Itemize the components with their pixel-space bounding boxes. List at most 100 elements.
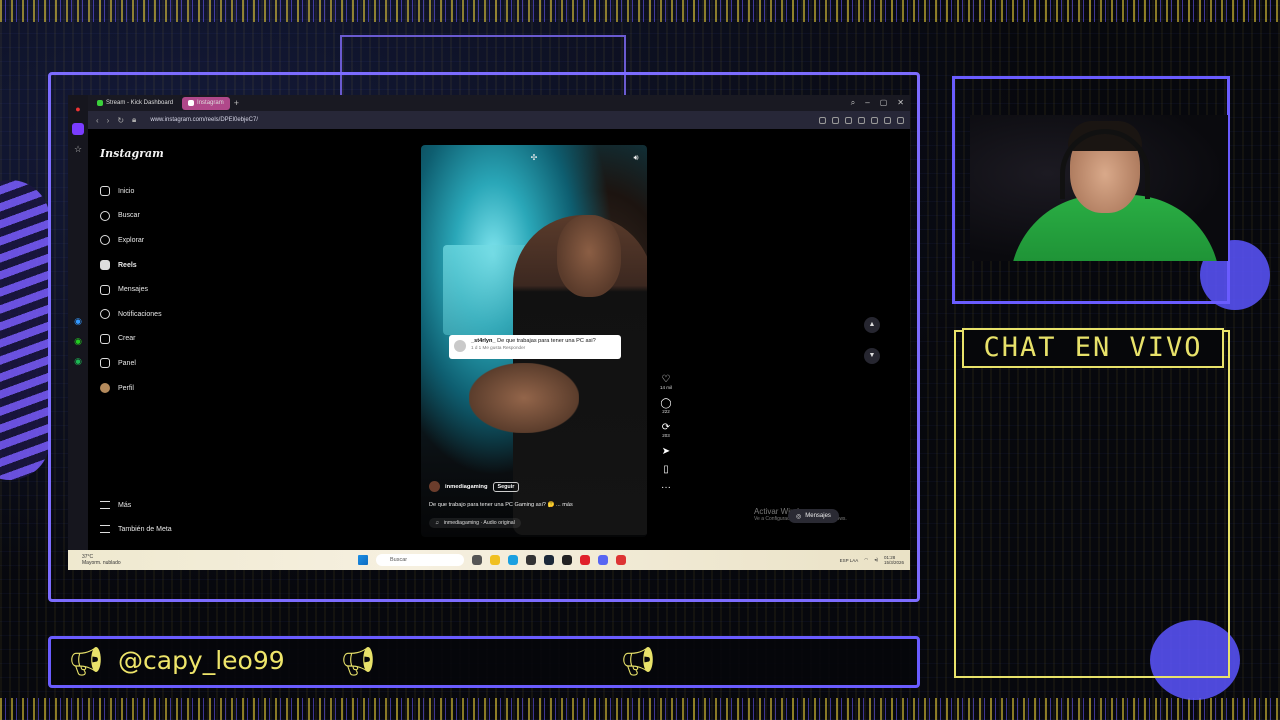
author-avatar[interactable] — [429, 481, 440, 492]
comment-avatar — [454, 340, 466, 352]
repost-count: 203 — [662, 433, 670, 438]
wifi-icon[interactable]: ◠ — [864, 557, 868, 563]
system-tray: ESP LAA ◠ ◂) 01:28 15/3/2026 — [840, 555, 904, 565]
messages-pill[interactable]: ◎ Mensajes — [788, 509, 839, 523]
nav-item-notificaciones[interactable]: Notificaciones — [100, 302, 220, 327]
window-controls: ⌕ – ▢ ✕ — [851, 98, 910, 108]
tab-bar: Stream - Kick Dashboard Instagram + ⌕ – … — [88, 95, 910, 111]
more-icon: ··· — [661, 482, 671, 493]
edge-icon[interactable] — [508, 555, 518, 565]
chat-panel — [954, 330, 1230, 678]
tab-label: Stream - Kick Dashboard — [106, 100, 174, 106]
messages-label: Mensajes — [805, 513, 831, 519]
reel-actions: ♡ 14 mil ◯ 222 ⟳ 203 ➤ ▯ ··· — [656, 374, 676, 500]
nav-item-tambien-de-meta[interactable]: También de Meta — [100, 517, 240, 541]
more-button[interactable]: ··· — [656, 482, 676, 493]
nav-item-inicio[interactable]: Inicio — [100, 179, 220, 204]
instagram-sidebar-nav: Inicio Buscar Explorar Reels Mensajes No… — [100, 179, 220, 400]
task-view-icon[interactable] — [472, 555, 482, 565]
tab-label: Instagram — [197, 100, 224, 106]
nav-label: Notificaciones — [118, 310, 162, 318]
repost-button[interactable]: ⟳ 203 — [656, 422, 676, 439]
reload-icon[interactable]: ↻ — [117, 116, 124, 125]
reel-navigation: ▲ ▼ — [864, 317, 880, 379]
follow-button[interactable]: Seguir — [492, 481, 520, 492]
previous-reel-button[interactable]: ▲ — [864, 317, 880, 333]
instagram-logo[interactable]: Instagram — [100, 147, 164, 160]
chat-title: CHAT EN VIVO — [962, 328, 1224, 368]
comment-icon: ◯ — [660, 398, 672, 409]
taskbar-apps: Buscar — [358, 554, 626, 566]
camera-icon[interactable] — [819, 116, 826, 124]
app-icon[interactable] — [616, 555, 626, 565]
file-explorer-icon[interactable] — [490, 555, 500, 565]
reel-video[interactable]: 🔊︎ ✣ _st4rlyn_ De que trabajas para tene… — [421, 145, 647, 537]
spotify-icon[interactable]: ◉ — [72, 355, 84, 367]
nav-item-reels[interactable]: Reels — [100, 253, 220, 278]
chart-icon — [100, 358, 110, 369]
extension-icon[interactable] — [832, 116, 839, 124]
profile-icon[interactable] — [884, 116, 891, 124]
back-icon[interactable]: ‹ — [96, 116, 99, 125]
reel-menu-icon[interactable]: ✣ — [529, 153, 539, 163]
close-icon[interactable]: ✕ — [897, 98, 904, 108]
next-reel-button[interactable]: ▼ — [864, 348, 880, 364]
heart-icon[interactable] — [858, 116, 865, 124]
save-button[interactable]: ▯ — [656, 464, 676, 475]
discord-icon[interactable] — [598, 555, 608, 565]
meta-icon — [100, 525, 110, 533]
opera-logo-icon[interactable]: ● — [72, 103, 84, 115]
lang-indicator[interactable]: ESP LAA — [840, 558, 859, 563]
browser-window: ● ☆ ◉ ◉ ◉ Stream - Kick Dashboard Instag… — [68, 95, 910, 570]
comment-button[interactable]: ◯ 222 — [656, 398, 676, 415]
nav-item-crear[interactable]: Crear — [100, 327, 220, 352]
clock[interactable]: 01:28 15/3/2026 — [884, 555, 904, 565]
store-icon[interactable] — [526, 555, 536, 565]
share-button[interactable]: ➤ — [656, 446, 676, 457]
star-icon[interactable]: ☆ — [72, 143, 84, 155]
reel-caption[interactable]: De que trabajo para tener una PC Gaming … — [429, 502, 639, 508]
nav-item-mensajes[interactable]: Mensajes — [100, 277, 220, 302]
url-field[interactable]: www.instagram.com/reels/DPEl0ebjeC7/ — [150, 117, 258, 123]
comment-reply[interactable]: Responder — [503, 345, 525, 350]
opera-icon[interactable] — [580, 555, 590, 565]
windows-taskbar: 37°C Mayorm. nublado Buscar ESP LAA ◠ ◂) — [68, 550, 910, 570]
audio-icon[interactable]: 🔊︎ — [631, 153, 641, 163]
maximize-icon[interactable]: ▢ — [880, 98, 888, 108]
home-icon[interactable] — [72, 123, 84, 135]
snapshot-icon[interactable] — [845, 116, 852, 124]
like-button[interactable]: ♡ 14 mil — [656, 374, 676, 391]
download-icon[interactable] — [871, 116, 878, 124]
comment-time: 1 d — [471, 344, 478, 350]
weather-widget[interactable]: 37°C Mayorm. nublado — [82, 554, 121, 566]
comment-user: _st4rlyn_ — [471, 338, 496, 344]
author-row: inmediagaming Seguir — [429, 481, 639, 492]
tab-kick-dashboard[interactable]: Stream - Kick Dashboard — [91, 97, 179, 110]
heart-icon — [100, 309, 110, 320]
nav-item-perfil[interactable]: Perfil — [100, 376, 220, 401]
nav-item-buscar[interactable]: Buscar — [100, 204, 220, 229]
like-count: 14 mil — [659, 385, 672, 390]
nav-item-explorar[interactable]: Explorar — [100, 228, 220, 253]
reel-audio[interactable]: ♫ inmediagaming · Audio original — [429, 518, 521, 528]
messenger-icon: ◎ — [796, 513, 802, 520]
tab-instagram[interactable]: Instagram — [182, 96, 230, 110]
search-tabs-icon[interactable]: ⌕ — [851, 98, 855, 108]
forward-icon[interactable]: › — [107, 116, 110, 125]
taskbar-search[interactable]: Buscar — [376, 554, 464, 566]
minimize-icon[interactable]: – — [865, 98, 869, 108]
nav-item-mas[interactable]: Más — [100, 493, 240, 517]
instagram-page: Instagram Inicio Buscar Explorar Reels M… — [88, 129, 910, 550]
nav-item-panel[interactable]: Panel — [100, 351, 220, 376]
whatsapp-icon[interactable]: ◉ — [72, 335, 84, 347]
obs-icon[interactable] — [562, 555, 572, 565]
windows-start-icon[interactable] — [358, 555, 368, 565]
settings-icon[interactable] — [897, 116, 904, 124]
volume-icon[interactable]: ◂) — [874, 557, 878, 563]
reel-person-hands — [469, 363, 579, 433]
steam-icon[interactable] — [544, 555, 554, 565]
author-name[interactable]: inmediagaming — [445, 484, 488, 490]
messenger-icon[interactable]: ◉ — [72, 315, 84, 327]
new-tab-icon[interactable]: + — [234, 98, 239, 108]
megaphone-icon: 📢︎ — [68, 646, 104, 677]
